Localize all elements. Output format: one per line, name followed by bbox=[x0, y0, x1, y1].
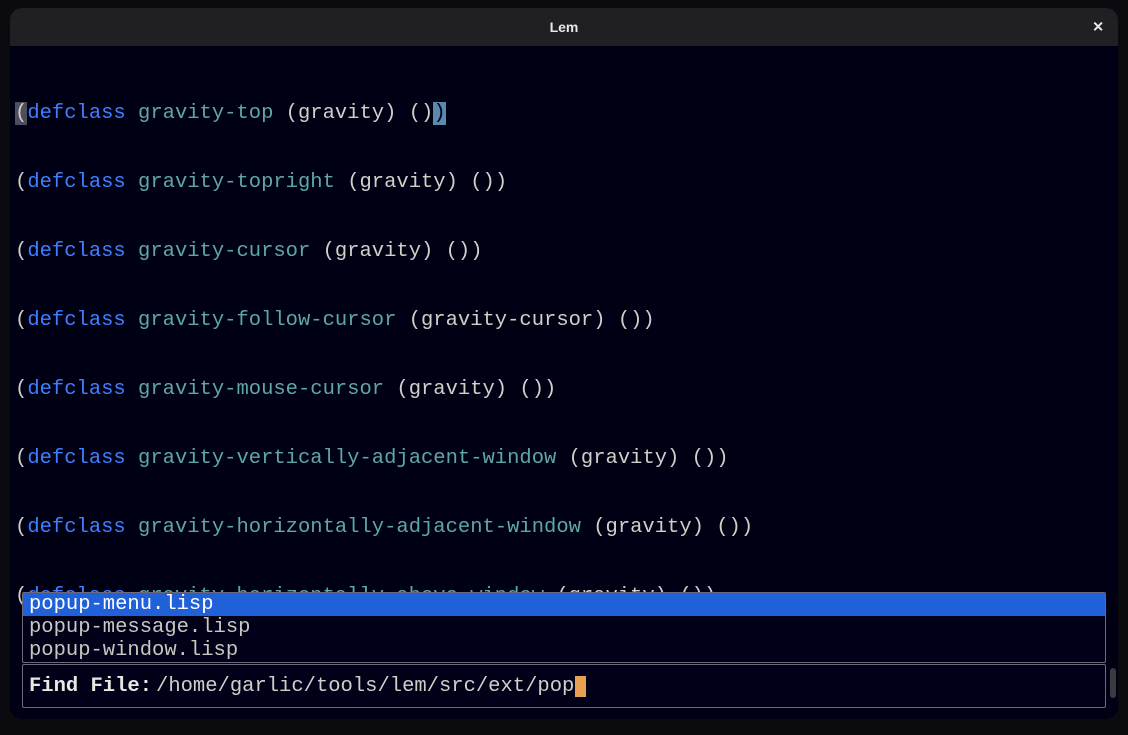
minibuffer-input[interactable]: /home/garlic/tools/lem/src/ext/pop bbox=[156, 675, 574, 698]
scrollbar-thumb[interactable] bbox=[1110, 668, 1116, 698]
minibuffer[interactable]: Find File: /home/garlic/tools/lem/src/ex… bbox=[22, 664, 1106, 708]
titlebar[interactable]: Lem ✕ bbox=[10, 8, 1118, 46]
code-line: (defclass gravity-horizontally-adjacent-… bbox=[10, 516, 1118, 539]
matching-paren-open: ( bbox=[15, 102, 27, 125]
close-icon[interactable]: ✕ bbox=[1092, 19, 1104, 36]
completion-item[interactable]: popup-message.lisp bbox=[23, 616, 1105, 639]
completion-item[interactable]: popup-menu.lisp bbox=[23, 593, 1105, 616]
text-cursor bbox=[575, 676, 586, 697]
code-line: (defclass gravity-top (gravity) ()) bbox=[10, 102, 1118, 125]
app-window: Lem ✕ (defclass gravity-top (gravity) ()… bbox=[10, 8, 1118, 719]
matching-paren-close: ) bbox=[433, 102, 445, 125]
code-line: (defclass gravity-cursor (gravity) ()) bbox=[10, 240, 1118, 263]
window-title: Lem bbox=[550, 19, 579, 35]
minibuffer-prompt: Find File: bbox=[29, 675, 152, 698]
code-line: (defclass gravity-topright (gravity) ()) bbox=[10, 171, 1118, 194]
completion-popup: popup-menu.lisp popup-message.lisp popup… bbox=[22, 592, 1106, 663]
completion-item[interactable]: popup-window.lisp bbox=[23, 639, 1105, 662]
code-line: (defclass gravity-vertically-adjacent-wi… bbox=[10, 447, 1118, 470]
code-line: (defclass gravity-mouse-cursor (gravity)… bbox=[10, 378, 1118, 401]
code-line: (defclass gravity-follow-cursor (gravity… bbox=[10, 309, 1118, 332]
